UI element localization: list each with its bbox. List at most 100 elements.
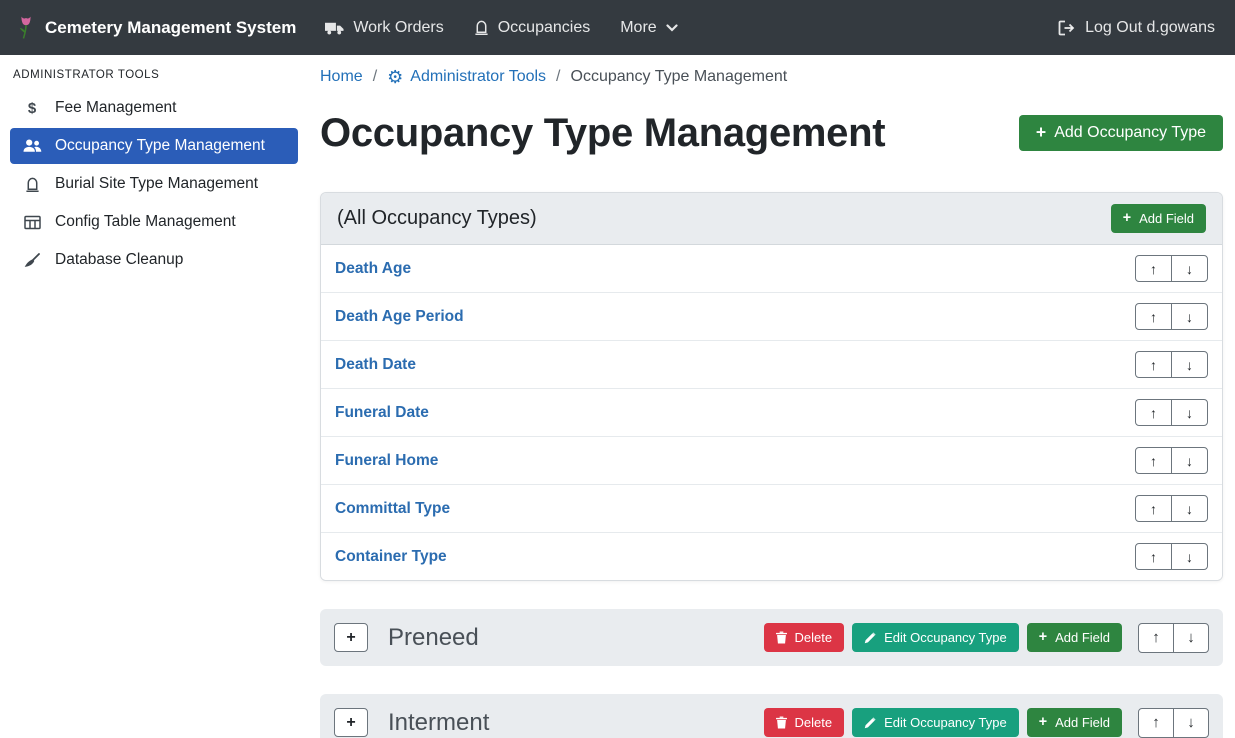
add-field-label: Add Field [1055, 630, 1110, 645]
reorder-button-group: ↑ ↓ [1135, 303, 1208, 330]
reorder-button-group: ↑ ↓ [1138, 708, 1209, 738]
plus-icon: + [1039, 715, 1047, 729]
move-up-button[interactable]: ↑ [1135, 303, 1172, 330]
app-brand[interactable]: Cemetery Management System [16, 14, 296, 41]
chevron-down-icon [666, 24, 678, 32]
expand-button[interactable]: + [334, 708, 368, 737]
move-down-button[interactable]: ↓ [1171, 303, 1208, 330]
breadcrumb-separator: / [556, 65, 560, 89]
add-field-button[interactable]: + Add Field [1111, 204, 1206, 233]
title-row: Occupancy Type Management + Add Occupanc… [320, 109, 1223, 157]
move-down-button[interactable]: ↓ [1173, 623, 1209, 653]
broom-icon [22, 253, 42, 268]
add-field-label: Add Field [1139, 211, 1194, 226]
tombstone-icon [474, 19, 489, 36]
breadcrumb-separator: / [373, 65, 377, 89]
trash-icon [776, 631, 787, 644]
nav-work-orders[interactable]: Work Orders [310, 11, 458, 45]
reorder-button-group: ↑ ↓ [1138, 623, 1209, 653]
nav-more-label: More [620, 19, 656, 37]
plus-icon: + [1039, 630, 1047, 644]
sidebar-item-occupancy-type-management[interactable]: Occupancy Type Management [10, 128, 298, 164]
move-up-button[interactable]: ↑ [1135, 255, 1172, 282]
nav-more[interactable]: More [605, 11, 692, 45]
add-field-label: Add Field [1055, 715, 1110, 730]
move-up-button[interactable]: ↑ [1135, 543, 1172, 570]
delete-button[interactable]: Delete [764, 708, 845, 737]
plus-icon: + [1036, 124, 1046, 142]
move-down-button[interactable]: ↓ [1171, 447, 1208, 474]
field-row: Container Type ↑ ↓ [321, 532, 1222, 580]
move-down-button[interactable]: ↓ [1171, 495, 1208, 522]
navbar-menu: Work Orders Occupancies More [310, 11, 692, 45]
add-occupancy-type-label: Add Occupancy Type [1054, 124, 1206, 142]
move-down-button[interactable]: ↓ [1171, 399, 1208, 426]
nav-occupancies[interactable]: Occupancies [459, 11, 606, 45]
reorder-button-group: ↑ ↓ [1135, 543, 1208, 570]
occupancy-type-section-preneed: + Preneed Delete [320, 609, 1223, 666]
delete-label: Delete [795, 715, 833, 730]
edit-occupancy-type-label: Edit Occupancy Type [884, 630, 1007, 645]
field-row: Committal Type ↑ ↓ [321, 484, 1222, 532]
expand-button[interactable]: + [334, 623, 368, 652]
field-link[interactable]: Funeral Date [335, 404, 429, 422]
trash-icon [776, 716, 787, 729]
truck-icon [325, 20, 344, 36]
sidebar-item-label: Occupancy Type Management [55, 137, 265, 155]
edit-occupancy-type-button[interactable]: Edit Occupancy Type [852, 708, 1019, 737]
breadcrumb-home[interactable]: Home [320, 65, 363, 89]
page-title: Occupancy Type Management [320, 109, 885, 157]
field-link[interactable]: Committal Type [335, 500, 450, 518]
sidebar-item-database-cleanup[interactable]: Database Cleanup [10, 242, 298, 278]
breadcrumb-administrator-tools[interactable]: ⚙ Administrator Tools [387, 65, 546, 89]
field-link[interactable]: Container Type [335, 548, 447, 566]
field-row: Death Age Period ↑ ↓ [321, 292, 1222, 340]
delete-label: Delete [795, 630, 833, 645]
move-up-button[interactable]: ↑ [1135, 447, 1172, 474]
field-row: Death Date ↑ ↓ [321, 340, 1222, 388]
table-icon [22, 215, 42, 230]
add-occupancy-type-button[interactable]: + Add Occupancy Type [1019, 115, 1223, 151]
move-down-button[interactable]: ↓ [1171, 351, 1208, 378]
move-up-button[interactable]: ↑ [1135, 399, 1172, 426]
reorder-button-group: ↑ ↓ [1135, 399, 1208, 426]
sidebar-item-label: Config Table Management [55, 213, 236, 231]
dollar-icon: $ [22, 100, 42, 117]
move-up-button[interactable]: ↑ [1135, 351, 1172, 378]
sidebar-item-burial-site-type-management[interactable]: Burial Site Type Management [10, 166, 298, 202]
plus-icon: + [1123, 211, 1131, 225]
add-field-button[interactable]: + Add Field [1027, 708, 1122, 737]
field-link[interactable]: Death Date [335, 356, 416, 374]
move-up-button[interactable]: ↑ [1138, 623, 1174, 653]
field-row: Death Age ↑ ↓ [321, 245, 1222, 292]
edit-occupancy-type-button[interactable]: Edit Occupancy Type [852, 623, 1019, 652]
sidebar-item-fee-management[interactable]: $ Fee Management [10, 90, 298, 126]
move-down-button[interactable]: ↓ [1171, 543, 1208, 570]
field-link[interactable]: Funeral Home [335, 452, 438, 470]
breadcrumb-admin-tools-label: Administrator Tools [410, 65, 546, 89]
sidebar-heading: ADMINISTRATOR TOOLS [0, 59, 308, 90]
main-content: Home / ⚙ Administrator Tools / Occupancy… [320, 55, 1235, 738]
sidebar-item-label: Fee Management [55, 99, 177, 117]
pencil-icon [864, 717, 876, 729]
add-field-button[interactable]: + Add Field [1027, 623, 1122, 652]
move-down-button[interactable]: ↓ [1171, 255, 1208, 282]
field-link[interactable]: Death Age [335, 260, 411, 278]
move-down-button[interactable]: ↓ [1173, 708, 1209, 738]
sidebar-item-config-table-management[interactable]: Config Table Management [10, 204, 298, 240]
field-row: Funeral Home ↑ ↓ [321, 436, 1222, 484]
move-up-button[interactable]: ↑ [1135, 495, 1172, 522]
sidebar-item-label: Database Cleanup [55, 251, 183, 269]
top-navbar: Cemetery Management System Work Orders [0, 0, 1235, 55]
all-occupancy-types-card: (All Occupancy Types) + Add Field Death … [320, 192, 1223, 581]
section-actions: Delete Edit Occupancy Type + Add Field ↑… [764, 708, 1209, 738]
logout-icon [1058, 20, 1076, 36]
tombstone-icon [22, 176, 42, 193]
logout-button[interactable]: Log Out d.gowans [1043, 11, 1219, 45]
move-up-button[interactable]: ↑ [1138, 708, 1174, 738]
field-link[interactable]: Death Age Period [335, 308, 464, 326]
reorder-button-group: ↑ ↓ [1135, 495, 1208, 522]
pencil-icon [864, 632, 876, 644]
delete-button[interactable]: Delete [764, 623, 845, 652]
sidebar-item-label: Burial Site Type Management [55, 175, 258, 193]
